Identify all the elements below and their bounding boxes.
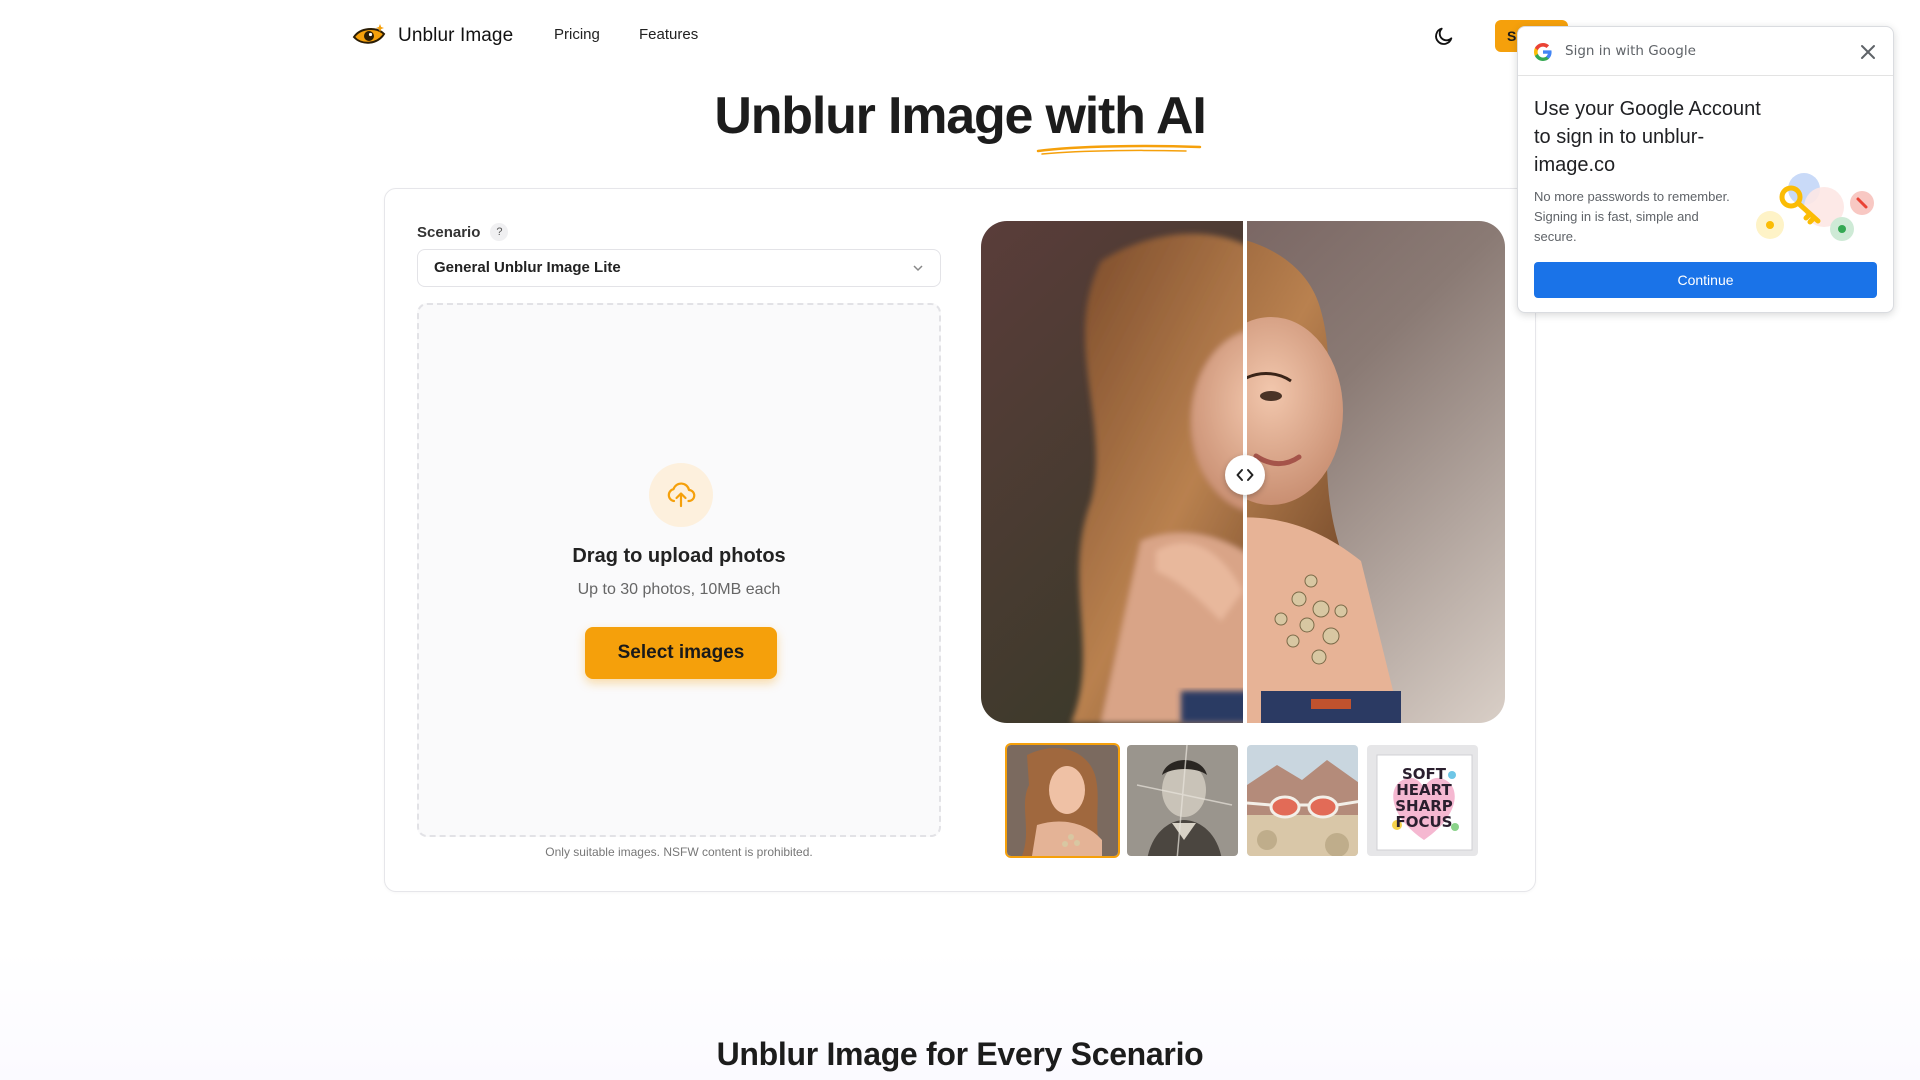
unblur-tool-card: Scenario ? General Unblur Image Lite Dra… xyxy=(384,188,1536,892)
brand[interactable]: Unblur Image xyxy=(352,20,513,52)
theme-toggle-button[interactable] xyxy=(1430,22,1458,50)
scenario-select-value: General Unblur Image Lite xyxy=(434,259,621,276)
scenario-label-text: Scenario xyxy=(417,223,481,241)
thumbnail-sunglasses-desert[interactable] xyxy=(1245,743,1360,858)
dropzone-title: Drag to upload photos xyxy=(572,545,786,567)
select-images-button[interactable]: Select images xyxy=(585,627,777,679)
help-icon[interactable]: ? xyxy=(490,223,509,241)
nav-link-features[interactable]: Features xyxy=(639,26,698,43)
key-illustration-icon xyxy=(1756,173,1874,241)
eye-logo-icon xyxy=(352,24,386,44)
cloud-upload-icon xyxy=(667,482,696,508)
section-title-scenarios: Unblur Image for Every Scenario xyxy=(716,1036,1204,1072)
google-logo-icon xyxy=(1534,43,1552,61)
scenario-label: Scenario ? xyxy=(417,223,509,241)
example-thumbnails: SOFT HEART SHARP FOCUS xyxy=(1005,743,1480,859)
close-icon[interactable] xyxy=(1858,42,1878,62)
nav-link-pricing[interactable]: Pricing xyxy=(554,26,600,43)
thumbnail-old-photo-boy[interactable] xyxy=(1125,743,1240,858)
page-title-accent: with AI xyxy=(1045,87,1207,145)
dropzone-subtitle: Up to 30 photos, 10MB each xyxy=(577,581,781,598)
google-signin-header-text: Sign in with Google xyxy=(1565,43,1696,59)
brand-name: Unblur Image xyxy=(398,25,514,46)
google-signin-popup: Sign in with Google Use your Google Acco… xyxy=(1517,26,1894,313)
thumbnail-text-line: FOCUS xyxy=(1396,813,1453,831)
chevron-down-icon xyxy=(913,265,923,272)
thumbnail-soft-heart-sharp-focus[interactable]: SOFT HEART SHARP FOCUS xyxy=(1365,743,1480,858)
page-title-main: Unblur Image xyxy=(714,87,1046,145)
google-signin-title: Use your Google Account to sign in to un… xyxy=(1534,98,1761,176)
before-after-preview[interactable] xyxy=(981,221,1505,723)
moon-icon xyxy=(1435,27,1453,45)
upload-dropzone[interactable]: Drag to upload photos Up to 30 photos, 1… xyxy=(417,303,941,837)
google-signin-header: Sign in with Google xyxy=(1518,27,1893,76)
title-underline-decoration xyxy=(1036,144,1202,155)
nsfw-note: Only suitable images. NSFW content is pr… xyxy=(545,845,813,859)
google-signin-description: No more passwords to remember. Signing i… xyxy=(1534,189,1730,244)
upload-icon-badge xyxy=(649,463,713,527)
thumbnail-portrait-woman[interactable] xyxy=(1005,743,1120,858)
google-continue-button[interactable]: Continue xyxy=(1534,262,1877,298)
scenario-select[interactable]: General Unblur Image Lite xyxy=(417,249,941,287)
compare-slider-handle[interactable] xyxy=(1225,455,1265,495)
chevron-left-right-icon xyxy=(1236,469,1254,481)
